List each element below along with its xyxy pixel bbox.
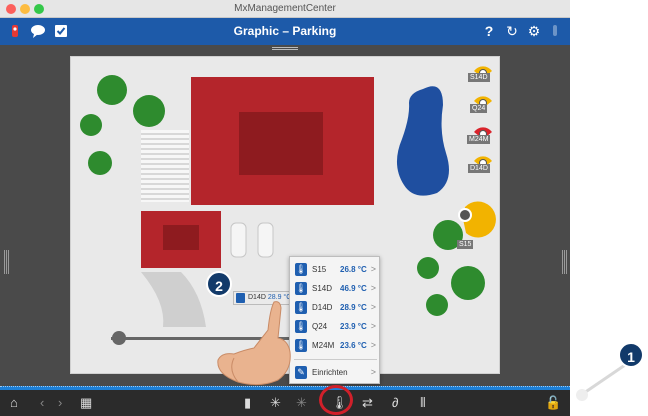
thermometer-icon: 🌡: [295, 339, 307, 352]
sensor-label-d14d[interactable]: D14D: [468, 164, 490, 173]
door-icon[interactable]: ▮: [244, 396, 251, 410]
alarm-icon[interactable]: [550, 22, 560, 40]
temperature-popup-menu: 🌡 S15 26.8 °C > 🌡 S14D 46.9 °C > 🌡 D14D …: [289, 256, 380, 384]
parked-cars: [230, 222, 274, 258]
sensor-label-s14d[interactable]: S14D: [468, 73, 490, 82]
popup-item-name: Q24: [312, 322, 328, 331]
app-root: MxManagementCenter Graphic – Parking ? ↻…: [0, 0, 648, 416]
popup-item-name: S15: [312, 265, 327, 274]
tree-icon: [133, 95, 165, 127]
thermometer-icon: 🌡: [295, 263, 307, 276]
thermometer-icon: 🌡: [295, 320, 307, 333]
popup-item-value: 26.8 °C: [340, 265, 367, 274]
refresh-icon[interactable]: ↻: [504, 22, 520, 40]
app-window: MxManagementCenter Graphic – Parking ? ↻…: [0, 0, 570, 416]
chevron-right-icon: >: [370, 283, 376, 293]
sensor-label-s15[interactable]: S15: [457, 240, 474, 249]
tree-icon: [451, 266, 485, 300]
window-title: MxManagementCenter: [234, 3, 336, 14]
popup-item-setup[interactable]: ✎ Einrichten >: [290, 363, 381, 382]
popup-item-q24[interactable]: 🌡 Q24 23.9 °C >: [290, 317, 381, 336]
wrench-icon: ✎: [295, 366, 307, 379]
thermometer-icon: 🌡: [295, 282, 307, 295]
grid-icon[interactable]: ▦: [80, 396, 92, 410]
sensor-label-q24[interactable]: Q24: [470, 104, 488, 113]
stairs: [141, 130, 189, 202]
link-icon[interactable]: ∂: [392, 396, 398, 410]
popup-item-m24m[interactable]: 🌡 M24M 23.6 °C >: [290, 336, 381, 355]
top-drag-handle[interactable]: [272, 47, 298, 51]
temperature-highlight-circle: [319, 385, 353, 415]
settings-icon[interactable]: ⚙: [526, 22, 542, 40]
popup-item-name: D14D: [312, 303, 333, 312]
chevron-right-icon: >: [370, 321, 376, 331]
help-icon[interactable]: ?: [482, 22, 496, 40]
thermometer-icon: 🌡: [295, 301, 307, 314]
chevron-right-icon: >: [370, 367, 376, 377]
driveway: [141, 272, 206, 327]
popup-setup-label: Einrichten: [312, 368, 348, 377]
tree-icon: [426, 294, 448, 316]
bottom-toolbar: ⌂ ‹ › ▦ ▮ ✳ ✳ 🌡 ⇄ ∂ ⦀ 🔓: [0, 390, 570, 416]
main-toolbar: Graphic – Parking ? ↻ ⚙: [0, 18, 570, 45]
popup-item-value: 28.9 °C: [340, 303, 367, 312]
back-icon[interactable]: ‹: [40, 396, 44, 410]
barrier-icon[interactable]: ⦀: [420, 396, 426, 410]
tree-icon: [417, 257, 439, 279]
forward-icon[interactable]: ›: [58, 396, 62, 410]
popup-item-d14d[interactable]: 🌡 D14D 28.9 °C >: [290, 298, 381, 317]
callout-badge-2: 2: [206, 271, 232, 297]
popup-item-value: 23.9 °C: [340, 322, 367, 331]
main-building: [191, 77, 374, 205]
tree-icon: [88, 151, 112, 175]
chevron-right-icon: >: [370, 302, 376, 312]
switch-icon[interactable]: ⇄: [362, 396, 373, 410]
home-icon[interactable]: ⌂: [10, 396, 18, 410]
chevron-right-icon: >: [370, 264, 376, 274]
popup-divider: [294, 359, 377, 360]
pointing-hand-illustration: [217, 301, 291, 386]
pond: [396, 86, 449, 196]
chevron-right-icon: >: [370, 340, 376, 350]
popup-item-s15[interactable]: 🌡 S15 26.8 °C >: [290, 260, 381, 279]
tree-icon: [80, 114, 102, 136]
light-on-icon[interactable]: ✳: [270, 396, 281, 410]
left-panel-handle[interactable]: [4, 250, 10, 274]
sensor-s15-icon[interactable]: [458, 201, 496, 238]
popup-item-value: 23.6 °C: [340, 341, 367, 350]
tree-icon: [97, 75, 127, 105]
popup-item-name: M24M: [312, 341, 335, 350]
callout-badge-1: 1: [618, 342, 644, 368]
light-off-icon[interactable]: ✳: [296, 396, 307, 410]
title-bar: MxManagementCenter: [0, 0, 570, 18]
sensor-label-m24m[interactable]: M24M: [467, 135, 491, 144]
right-panel-handle[interactable]: [562, 250, 568, 274]
garage-building: [141, 211, 221, 268]
popup-item-name: S14D: [312, 284, 333, 293]
unlock-icon[interactable]: 🔓: [545, 396, 561, 410]
popup-item-value: 46.9 °C: [340, 284, 367, 293]
popup-item-s14d[interactable]: 🌡 S14D 46.9 °C >: [290, 279, 381, 298]
